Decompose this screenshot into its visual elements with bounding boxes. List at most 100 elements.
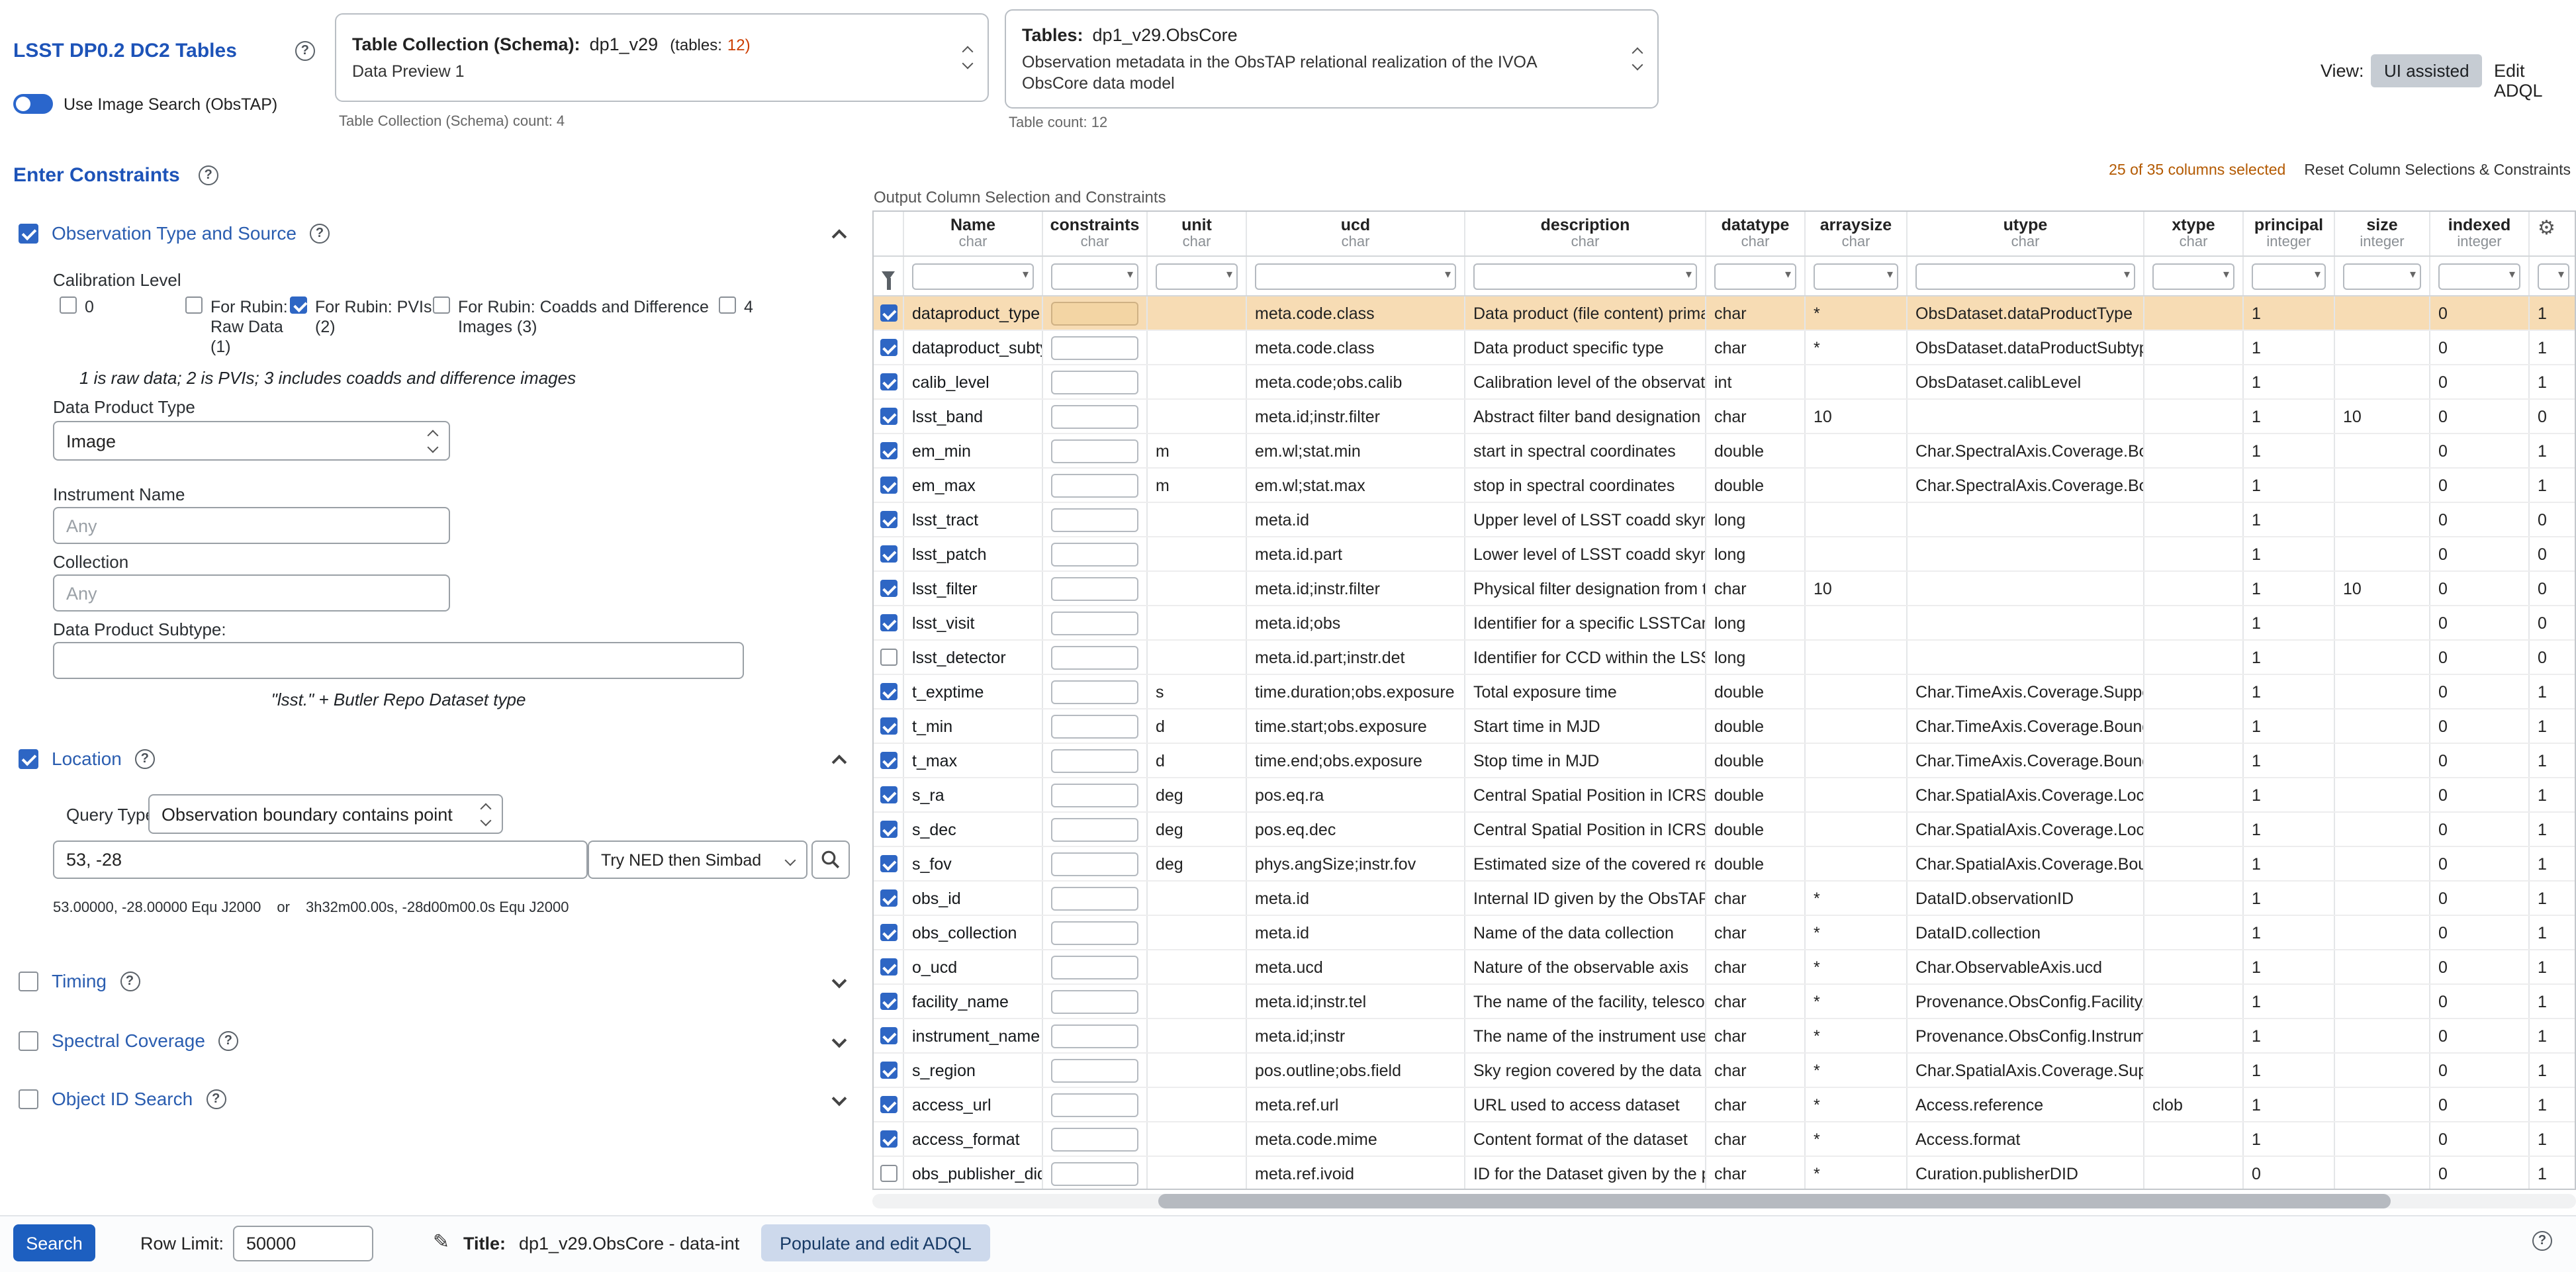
chevron-updown-icon[interactable] — [1633, 49, 1641, 69]
table-row[interactable]: lsst_visitmeta.id;obsIdentifier for a sp… — [874, 606, 2575, 641]
view-ui-assisted-button[interactable]: UI assisted — [2371, 54, 2483, 87]
constraint-input[interactable] — [1051, 852, 1138, 876]
expand-chevron-icon[interactable] — [832, 974, 847, 989]
column-header[interactable]: ucdchar — [1247, 212, 1465, 255]
row-select-checkbox[interactable] — [880, 408, 897, 425]
column-header[interactable]: descriptionchar — [1465, 212, 1706, 255]
resolver-select[interactable]: Try NED then Simbad — [588, 840, 807, 879]
search-button[interactable]: Search — [13, 1224, 95, 1261]
row-select-checkbox[interactable] — [880, 511, 897, 528]
collapse-chevron-icon[interactable] — [832, 754, 847, 770]
column-filter-combo[interactable] — [912, 263, 1034, 289]
row-select-checkbox[interactable] — [880, 889, 897, 907]
table-row[interactable]: lsst_tractmeta.idUpper level of LSST coa… — [874, 503, 2575, 537]
table-row[interactable]: lsst_bandmeta.id;instr.filterAbstract fi… — [874, 400, 2575, 434]
constraint-input[interactable] — [1051, 1161, 1138, 1185]
populate-adql-button[interactable]: Populate and edit ADQL — [761, 1224, 990, 1261]
constraint-input[interactable] — [1051, 817, 1138, 841]
table-row[interactable]: lsst_filtermeta.id;instr.filterPhysical … — [874, 572, 2575, 606]
table-row[interactable]: access_formatmeta.code.mimeContent forma… — [874, 1122, 2575, 1157]
row-select-checkbox[interactable] — [880, 717, 897, 735]
chevron-updown-icon[interactable] — [964, 48, 972, 68]
constraint-input[interactable] — [1051, 921, 1138, 944]
table-row[interactable]: dataproduct_typemeta.code.classData prod… — [874, 296, 2575, 331]
column-header[interactable]: arraysizechar — [1806, 212, 1908, 255]
column-header[interactable]: unitchar — [1148, 212, 1247, 255]
calib-level-option[interactable]: 0 — [60, 296, 185, 357]
column-filter-combo[interactable] — [1255, 263, 1456, 289]
section-location[interactable]: Location — [19, 748, 845, 769]
column-header[interactable]: utypechar — [1908, 212, 2144, 255]
table-row[interactable]: o_ucdmeta.ucdNature of the observable ax… — [874, 950, 2575, 985]
checkbox[interactable] — [60, 296, 77, 314]
table-row[interactable]: dataproduct_subtypemeta.code.classData p… — [874, 331, 2575, 365]
help-icon[interactable] — [120, 971, 140, 991]
section-checkbox[interactable] — [19, 749, 38, 768]
table-row[interactable]: instrument_namemeta.id;instrThe name of … — [874, 1019, 2575, 1054]
column-header[interactable]: datatypechar — [1706, 212, 1806, 255]
row-select-checkbox[interactable] — [880, 442, 897, 459]
column-filter-combo[interactable] — [1915, 263, 2135, 289]
help-icon[interactable] — [206, 1089, 226, 1109]
constraint-input[interactable] — [1051, 1024, 1138, 1048]
table-row[interactable]: access_urlmeta.ref.urlURL used to access… — [874, 1088, 2575, 1122]
table-options-gear-icon[interactable] — [2538, 216, 2555, 240]
table-row[interactable]: obs_publisher_didmeta.ref.ivoidID for th… — [874, 1157, 2575, 1190]
constraint-input[interactable] — [1051, 1058, 1138, 1082]
constraint-input[interactable] — [1051, 680, 1138, 704]
help-icon[interactable] — [199, 165, 218, 185]
row-select-checkbox[interactable] — [880, 786, 897, 803]
data-product-subtype-input[interactable] — [53, 642, 744, 679]
column-filter-combo[interactable] — [2343, 263, 2421, 289]
view-edit-adql-button[interactable]: Edit ADQL — [2494, 61, 2576, 101]
schema-dropdown[interactable]: Table Collection (Schema):dp1_v29(tables… — [335, 13, 989, 102]
constraint-input[interactable] — [1051, 645, 1138, 669]
horizontal-scrollbar[interactable] — [872, 1194, 2576, 1208]
row-select-checkbox[interactable] — [880, 649, 897, 666]
section-spectral-coverage[interactable]: Spectral Coverage — [19, 1030, 845, 1051]
table-row[interactable]: obs_collectionmeta.idName of the data co… — [874, 916, 2575, 950]
column-filter-combo[interactable] — [1156, 263, 1238, 289]
constraint-input[interactable] — [1051, 404, 1138, 428]
constraint-input[interactable] — [1051, 714, 1138, 738]
row-select-checkbox[interactable] — [880, 477, 897, 494]
constraint-input[interactable] — [1051, 336, 1138, 359]
column-header[interactable]: constraintschar — [1043, 212, 1148, 255]
edit-title-pencil-icon[interactable] — [433, 1230, 449, 1255]
position-input[interactable] — [53, 840, 588, 879]
constraint-input[interactable] — [1051, 301, 1138, 325]
row-select-checkbox[interactable] — [880, 993, 897, 1010]
row-select-checkbox[interactable] — [880, 821, 897, 838]
calib-level-option[interactable]: For Rubin: Raw Data (1) — [185, 296, 290, 357]
constraint-input[interactable] — [1051, 576, 1138, 600]
table-row[interactable]: obs_idmeta.idInternal ID given by the Ob… — [874, 882, 2575, 916]
section-observation-type[interactable]: Observation Type and Source — [19, 222, 845, 244]
constraint-input[interactable] — [1051, 473, 1138, 497]
section-timing[interactable]: Timing — [19, 970, 845, 991]
scrollbar-thumb[interactable] — [1158, 1194, 2391, 1208]
calib-level-option[interactable]: For Rubin: Coadds and Difference Images … — [433, 296, 719, 357]
row-select-checkbox[interactable] — [880, 752, 897, 769]
section-checkbox[interactable] — [19, 971, 38, 991]
toggle-switch-icon[interactable] — [13, 94, 53, 114]
help-icon[interactable] — [310, 223, 330, 243]
row-select-checkbox[interactable] — [880, 855, 897, 872]
column-header[interactable]: principalinteger — [2244, 212, 2335, 255]
row-limit-input[interactable] — [233, 1226, 373, 1261]
calib-level-option[interactable]: 4 — [719, 296, 772, 357]
row-select-checkbox[interactable] — [880, 1096, 897, 1113]
table-row[interactable]: lsst_patchmeta.id.partLower level of LSS… — [874, 537, 2575, 572]
constraint-input[interactable] — [1051, 955, 1138, 979]
column-filter-combo[interactable] — [1051, 263, 1138, 289]
constraint-input[interactable] — [1051, 886, 1138, 910]
constraint-input[interactable] — [1051, 749, 1138, 772]
table-row[interactable]: s_fovdegphys.angSize;instr.fovEstimated … — [874, 847, 2575, 882]
reset-columns-link[interactable]: Reset Column Selections & Constraints — [2304, 163, 2571, 179]
row-select-checkbox[interactable] — [880, 924, 897, 941]
collection-input[interactable] — [53, 574, 450, 612]
row-select-checkbox[interactable] — [880, 958, 897, 976]
column-header[interactable]: xtypechar — [2144, 212, 2244, 255]
tables-dropdown[interactable]: Tables:dp1_v29.ObsCore Observation metad… — [1005, 9, 1659, 109]
section-object-id-search[interactable]: Object ID Search — [19, 1088, 845, 1109]
checkbox[interactable] — [185, 296, 203, 314]
